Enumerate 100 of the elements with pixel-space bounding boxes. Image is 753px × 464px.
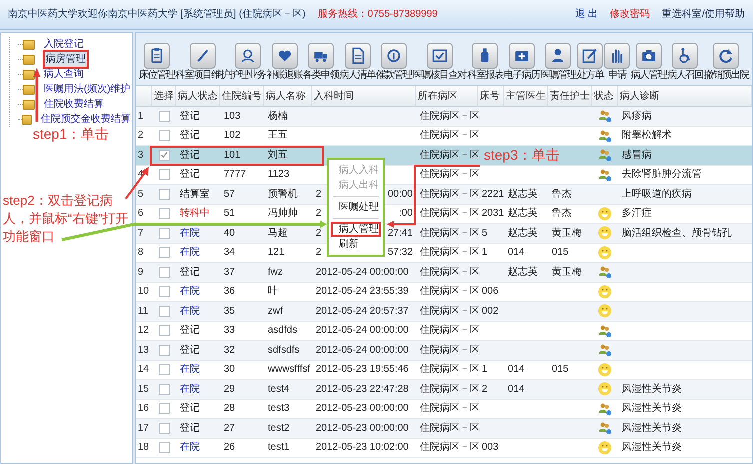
table-cell-text: 在院 xyxy=(179,440,201,456)
annotation-arrow xyxy=(125,167,149,200)
toolbar-button[interactable]: 处方单 xyxy=(576,43,604,82)
table-cell-text: 在院 xyxy=(179,226,201,241)
toolbar-button[interactable]: 病人管理 xyxy=(630,43,667,82)
toolbar-button[interactable]: 医嘱核目查对 xyxy=(412,43,467,82)
tree-item[interactable]: 住院预交金收费结算 xyxy=(40,112,132,127)
table-cell-text: 40 xyxy=(223,226,236,241)
table-cell-text: 在院 xyxy=(179,246,201,260)
table-cell-text: 住院病区－区 xyxy=(419,148,478,163)
table-row[interactable]: 10 在院 36 叶 2012-05-24 23:55:39 住院病区－区 006 xyxy=(136,282,752,302)
checkbox[interactable] xyxy=(158,286,170,298)
column-header[interactable]: 主管医生 xyxy=(504,86,548,106)
toolbar-button[interactable]: 催款管理 xyxy=(376,43,412,82)
table-cell-text: 51 xyxy=(223,207,236,222)
toolbar-button[interactable]: 病人清单 xyxy=(340,43,376,82)
checkbox[interactable] xyxy=(158,130,170,142)
checkbox[interactable] xyxy=(158,344,170,356)
table-cell-text: 2 xyxy=(481,382,489,397)
table-cell-text: 2012-05-24 00:00:00 xyxy=(315,324,410,338)
toolbar-button[interactable]: 补账退账 xyxy=(266,43,303,82)
column-header[interactable]: 病人状态 xyxy=(176,86,220,106)
table-cell-text: 登记 xyxy=(179,344,201,358)
header-link[interactable]: 修改密码 xyxy=(610,7,650,22)
toolbar-button[interactable]: 科室项目维护 xyxy=(176,43,230,82)
table-cell-text: 黄玉梅 xyxy=(551,266,583,280)
checkbox[interactable] xyxy=(158,247,170,258)
toolbar-button[interactable]: 护理业务 xyxy=(230,43,266,82)
table-cell-text: 1 xyxy=(137,110,145,124)
table-cell-text: 121 xyxy=(267,246,286,260)
table-row[interactable]: 12 登记 33 asdfds 2012-05-24 00:00:00 住院病区－区 xyxy=(136,322,752,341)
column-header[interactable]: 住院编号 xyxy=(220,86,264,106)
column-header[interactable]: 选择 xyxy=(152,86,176,106)
table-cell-text: 014 xyxy=(507,246,526,260)
table-row[interactable]: 14 在院 30 wwwsfffsf 2012-05-23 19:55:46 住院病区－区 1 014 015 xyxy=(136,360,752,380)
checkbox[interactable] xyxy=(158,228,170,239)
checkbox[interactable] xyxy=(158,208,170,220)
table-cell-text: 16 xyxy=(137,402,150,416)
table-cell-text: 28 xyxy=(223,402,236,416)
table-cell-text: 7777 xyxy=(223,168,248,182)
table-row[interactable]: 15 在院 29 test4 2012-05-23 22:47:28 住院病区－区 2 014 风湿性关节炎 xyxy=(136,380,752,400)
tree-item[interactable]: 病人查询 xyxy=(43,67,85,82)
checkbox[interactable] xyxy=(158,403,170,414)
table-cell-text: 102 xyxy=(223,129,242,144)
column-header[interactable]: 病人名称 xyxy=(264,86,312,106)
table-cell-text: 赵志英 xyxy=(507,206,539,222)
checkbox[interactable] xyxy=(158,188,170,200)
column-header[interactable]: 入科时间 xyxy=(312,86,416,106)
checkbox[interactable] xyxy=(158,110,170,122)
table-row[interactable]: 17 登记 27 test2 2012-05-23 00:00:00 住院病区－区 风湿性关节炎 xyxy=(136,419,752,438)
tree-item[interactable]: 住院收费结算 xyxy=(43,97,105,112)
checkbox[interactable] xyxy=(158,384,170,395)
table-row[interactable]: 13 登记 32 sdfsdfs 2012-05-24 00:00:00 住院病区－区 xyxy=(136,341,752,360)
table-cell-text: 32 xyxy=(223,344,236,358)
table-cell-text: asdfds xyxy=(267,324,298,338)
checkbox[interactable] xyxy=(158,150,170,161)
checkbox[interactable] xyxy=(158,364,170,376)
checkbox[interactable] xyxy=(158,266,170,278)
tree-item[interactable]: 入院登记 xyxy=(43,37,85,52)
toolbar-button[interactable]: 电子病历 xyxy=(504,43,540,82)
column-header[interactable]: 状态 xyxy=(592,86,618,106)
header-link[interactable]: 重选科室/使用帮助 xyxy=(662,7,745,22)
header-link[interactable]: 退 出 xyxy=(575,7,598,22)
table-row[interactable]: 2 登记 102 王五 住院病区－区 附睾松解术 xyxy=(136,126,752,146)
table-cell-text: 37 xyxy=(223,266,236,280)
tree-item[interactable]: 医嘱用法(频次)维护 xyxy=(43,82,132,97)
table-cell-text: 结算室 xyxy=(179,188,211,202)
table-row[interactable]: 9 登记 37 fwz 2012-05-24 00:00:00 住院病区－区 赵志英 黄玉梅 xyxy=(136,263,752,282)
column-header[interactable]: 责任护士 xyxy=(548,86,592,106)
table-cell-text: 在院 xyxy=(179,382,201,397)
toolbar-button[interactable]: 床位管理 xyxy=(139,43,175,82)
toolbar-button[interactable]: 医嘱管理 xyxy=(540,43,576,82)
table-cell-text: 30 xyxy=(223,363,236,378)
table-cell-text: 赵志英 xyxy=(507,266,539,280)
toolbar-button[interactable]: 撤销预出院 xyxy=(704,43,749,82)
table-cell-text: 27 xyxy=(223,422,236,436)
checkbox[interactable] xyxy=(158,325,170,336)
table-row[interactable]: 18 在院 26 test1 2012-05-23 10:02:00 住院病区－区 003 风湿性关节炎 xyxy=(136,438,752,458)
bottle-icon xyxy=(472,43,498,69)
toolbar-button[interactable]: 各类申领 xyxy=(303,43,340,82)
toolbar-button[interactable]: 病人召回 xyxy=(667,43,704,82)
table-cell-text: 住院病区－区 xyxy=(419,266,478,280)
tree-item[interactable]: 病房管理 xyxy=(43,50,89,69)
column-header[interactable]: 所在病区 xyxy=(416,86,478,106)
table-row[interactable]: 16 登记 28 test3 2012-05-23 00:00:00 住院病区－区 风湿性关节炎 xyxy=(136,400,752,419)
table-row[interactable]: 1 登记 103 杨楠 住院病区－区 风疹病 xyxy=(136,107,752,126)
toolbar-button[interactable]: 科室报表 xyxy=(467,43,504,82)
toolbar-button[interactable]: 申请 xyxy=(604,43,630,82)
table-row[interactable]: 11 在院 35 zwf 2012-05-24 20:57:37 住院病区－区 002 xyxy=(136,302,752,322)
table-cell-text: 8 xyxy=(137,246,145,260)
checkbox[interactable] xyxy=(158,422,170,434)
column-header[interactable]: 床号 xyxy=(478,86,504,106)
user-icon xyxy=(545,43,572,69)
checkbox[interactable] xyxy=(158,169,170,180)
checkbox[interactable] xyxy=(158,306,170,317)
table-cell-text: 住院病区－区 xyxy=(419,110,478,124)
table-cell-text: 住院病区－区 xyxy=(419,128,478,144)
column-header[interactable]: 病人诊断 xyxy=(618,86,752,106)
checkbox[interactable] xyxy=(158,442,170,454)
menu-item[interactable]: 病人管理 xyxy=(331,222,381,237)
